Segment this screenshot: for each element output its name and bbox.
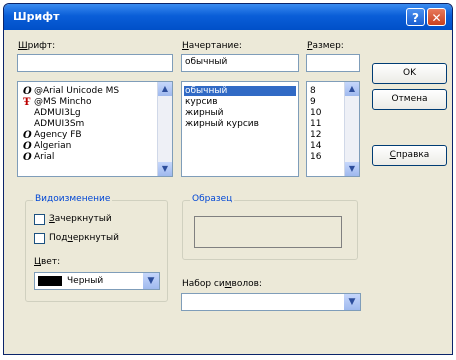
list-item[interactable]: O Arial: [21, 152, 54, 163]
list-item[interactable]: O @Arial Unicode MS: [21, 86, 119, 97]
sample-preview: [194, 216, 342, 248]
size-scrollbar[interactable]: ▲ ▼: [344, 82, 359, 176]
sample-group-title: Образец: [190, 194, 235, 204]
window-title: Шрифт: [13, 10, 60, 23]
scroll-down-icon[interactable]: ▼: [345, 162, 359, 176]
scroll-up-icon[interactable]: ▲: [345, 82, 359, 96]
color-swatch: [38, 276, 62, 286]
help-title-button[interactable]: ?: [406, 8, 425, 26]
close-button[interactable]: ✕: [427, 8, 446, 26]
cancel-button[interactable]: Отмена: [372, 89, 447, 110]
list-item[interactable]: курсив: [185, 97, 218, 107]
scroll-up-icon[interactable]: ▲: [158, 82, 172, 96]
font-list[interactable]: O @Arial Unicode MS Ŧ @MS Mincho ADMUI3Lg …: [17, 81, 173, 177]
font-label: Шрифт:: [18, 41, 56, 51]
strikeout-checkbox[interactable]: [34, 214, 45, 225]
truetype-font-icon: O: [23, 152, 32, 163]
list-item[interactable]: ADMUI3Lg: [21, 108, 81, 118]
list-item[interactable]: 9: [310, 97, 316, 107]
underline-checkbox[interactable]: [34, 233, 45, 244]
color-select[interactable]: Черный ▼: [34, 272, 160, 290]
help-button[interactable]: Справка: [372, 145, 447, 166]
list-item[interactable]: 10: [310, 108, 321, 118]
effects-group-title: Видоизменение: [33, 194, 113, 204]
list-item[interactable]: 12: [310, 130, 321, 140]
strikeout-label: Зачеркнутый: [49, 214, 112, 224]
truetype-font-icon: O: [23, 86, 32, 97]
color-label: Цвет:: [34, 257, 61, 267]
size-input[interactable]: [306, 54, 360, 72]
list-item[interactable]: O Agency FB: [21, 130, 82, 141]
list-item[interactable]: жирный: [185, 108, 224, 118]
list-item[interactable]: 8: [310, 86, 316, 96]
list-item[interactable]: жирный курсив: [185, 119, 259, 129]
title-bar[interactable]: Шрифт ? ✕: [4, 4, 452, 30]
chevron-down-icon[interactable]: ▼: [344, 294, 360, 310]
style-input[interactable]: обычный: [181, 54, 299, 72]
list-item[interactable]: Ŧ @MS Mincho: [21, 97, 91, 108]
size-label: Размер:: [307, 41, 344, 51]
charset-label: Набор символов:: [182, 279, 262, 289]
font-dialog: Шрифт ? ✕ Шрифт: O @Arial Unicode MS Ŧ @MS…: [3, 3, 453, 355]
style-label: Начертание:: [182, 41, 242, 51]
color-value: Черный: [67, 276, 104, 286]
chevron-down-icon[interactable]: ▼: [143, 273, 159, 289]
underline-label: Подчеркнутый: [49, 233, 119, 243]
scroll-down-icon[interactable]: ▼: [158, 162, 172, 176]
charset-select[interactable]: ▼: [181, 293, 361, 311]
font-scrollbar[interactable]: ▲ ▼: [157, 82, 172, 176]
list-item[interactable]: 11: [310, 119, 321, 129]
list-item[interactable]: обычный: [184, 86, 296, 96]
ok-button[interactable]: OK: [372, 63, 447, 84]
opentype-font-icon: Ŧ: [23, 97, 31, 108]
list-item[interactable]: 16: [310, 152, 321, 162]
size-list[interactable]: 8 9 10 11 12 14 16 ▲ ▼: [306, 81, 360, 177]
style-list[interactable]: обычный курсив жирный жирный курсив: [181, 81, 299, 177]
font-input[interactable]: [17, 54, 173, 72]
truetype-font-icon: O: [23, 141, 32, 152]
list-item[interactable]: ADMUI3Sm: [21, 119, 84, 129]
truetype-font-icon: O: [23, 130, 32, 141]
list-item[interactable]: 14: [310, 141, 321, 151]
list-item[interactable]: O Algerian: [21, 141, 71, 152]
